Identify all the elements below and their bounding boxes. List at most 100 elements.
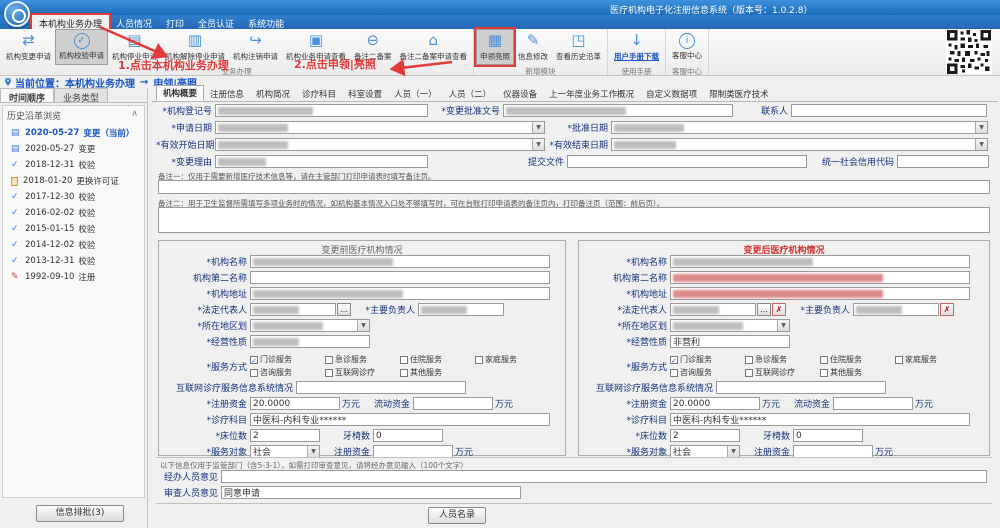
org-name2-input[interactable]: [250, 271, 550, 284]
beds-input[interactable]: 2: [250, 429, 320, 442]
note1-input[interactable]: [158, 180, 990, 194]
float-capital-input[interactable]: [413, 397, 493, 410]
form-tab[interactable]: 科室设置: [342, 87, 388, 101]
approval-no-input[interactable]: [503, 104, 733, 117]
checkbox[interactable]: ✓: [250, 356, 258, 364]
menu-item[interactable]: 人员情况: [109, 15, 159, 29]
toolbar-button[interactable]: ↪机构注销申请: [229, 29, 282, 65]
legal-rep-input[interactable]: [250, 303, 336, 316]
form-tab[interactable]: 诊疗科目: [296, 87, 342, 101]
toolbar-button[interactable]: ⌂备注二备案申请查看: [396, 29, 472, 65]
browse-button[interactable]: …: [757, 303, 771, 316]
checkbox[interactable]: [400, 356, 408, 364]
app-logo-icon[interactable]: [4, 1, 30, 27]
toolbar-button[interactable]: i客服中心: [668, 29, 706, 65]
toolbar-button[interactable]: ✓机构校验申请: [55, 29, 108, 65]
history-item[interactable]: ▤2020-05-27变更: [3, 141, 144, 157]
district-combo[interactable]: ▼: [250, 319, 370, 332]
dropdown-arrow-icon[interactable]: ▼: [357, 320, 369, 331]
form-tab[interactable]: 上一年度业务工作概况: [543, 87, 640, 101]
nature-input[interactable]: 非营利: [670, 335, 790, 348]
collapse-icon[interactable]: ∧: [131, 109, 138, 122]
toolbar-button[interactable]: ◳查看历史沿革: [552, 29, 605, 65]
apply-date-combo[interactable]: ▼: [215, 121, 545, 134]
sidebar-tab[interactable]: 业务类型: [54, 88, 108, 102]
toolbar-button[interactable]: ↓用户手册下载: [610, 29, 663, 65]
checkbox[interactable]: [820, 356, 828, 364]
note2-input[interactable]: [158, 207, 990, 233]
menu-item[interactable]: 本机构业务办理: [32, 15, 109, 29]
chairs-input[interactable]: 0: [793, 429, 863, 442]
reg-capital-input[interactable]: 20.0000: [670, 397, 760, 410]
checkbox[interactable]: [400, 369, 408, 377]
legal-rep-input[interactable]: [670, 303, 756, 316]
info-batch-button[interactable]: 信息排批(3): [36, 505, 124, 522]
reg-capital-input[interactable]: 20.0000: [250, 397, 340, 410]
district-combo[interactable]: ▼: [670, 319, 790, 332]
org-name-input[interactable]: [670, 255, 970, 268]
checkbox[interactable]: ✓: [670, 356, 678, 364]
change-reason-input[interactable]: [215, 155, 428, 168]
checkbox[interactable]: [670, 369, 678, 377]
checkbox[interactable]: [475, 356, 483, 364]
history-item[interactable]: ✎1992-09-10注册: [3, 269, 144, 285]
history-item[interactable]: ✓2015-01-15校验: [3, 221, 144, 237]
checkbox[interactable]: [325, 356, 333, 364]
toolbar-button[interactable]: ✎信息修改: [514, 29, 552, 65]
history-item[interactable]: ✓2016-02-02校验: [3, 205, 144, 221]
reviewer-opinion-input[interactable]: 同意申请: [221, 486, 521, 499]
history-item[interactable]: ▤2020-05-27变更（当前）: [3, 125, 144, 141]
history-item[interactable]: 2018-01-20更换许可证: [3, 173, 144, 189]
checkbox[interactable]: [820, 369, 828, 377]
form-tab[interactable]: 机构概要: [156, 85, 204, 101]
form-tab[interactable]: 人员（一）: [388, 87, 443, 101]
history-item[interactable]: ✓2013-12-31校验: [3, 253, 144, 269]
form-tab[interactable]: 机构简况: [250, 87, 296, 101]
principal-input[interactable]: [418, 303, 504, 316]
principal-input[interactable]: [853, 303, 939, 316]
history-item[interactable]: ✓2018-12-31校验: [3, 157, 144, 173]
menu-item[interactable]: 系统功能: [241, 15, 291, 29]
subjects-input[interactable]: 中医科-内科专业******: [250, 413, 550, 426]
menu-item[interactable]: 全员认证: [191, 15, 241, 29]
subjects-input[interactable]: 中医科-内科专业******: [670, 413, 970, 426]
dropdown-arrow-icon[interactable]: ▼: [307, 446, 319, 457]
approve-date-combo[interactable]: ▼: [611, 121, 988, 134]
contact-input[interactable]: [791, 104, 987, 117]
checkbox[interactable]: [250, 369, 258, 377]
dropdown-arrow-icon[interactable]: ▼: [975, 139, 987, 150]
credit-code-input[interactable]: [897, 155, 989, 168]
form-tab[interactable]: 注册信息: [204, 87, 250, 101]
dropdown-arrow-icon[interactable]: ▼: [777, 320, 789, 331]
sidebar-tab[interactable]: 时间顺序: [0, 88, 54, 102]
toolbar-button[interactable]: ▦申领亮照: [476, 29, 514, 65]
personnel-list-button[interactable]: 人员名录: [428, 507, 486, 524]
internet-service-input[interactable]: [296, 381, 466, 394]
dropdown-arrow-icon[interactable]: ▼: [727, 446, 739, 457]
dropdown-arrow-icon[interactable]: ▼: [975, 122, 987, 133]
internet-service-input[interactable]: [716, 381, 886, 394]
operator-opinion-input[interactable]: [221, 470, 987, 483]
dropdown-arrow-icon[interactable]: ▼: [532, 139, 544, 150]
org-name-input[interactable]: [250, 255, 550, 268]
clear-button[interactable]: ✗: [940, 303, 954, 316]
nature-input[interactable]: [250, 335, 370, 348]
valid-from-combo[interactable]: ▼: [215, 138, 545, 151]
checkbox[interactable]: [895, 356, 903, 364]
history-item[interactable]: ✓2017-12-30校验: [3, 189, 144, 205]
org-address-input[interactable]: [250, 287, 550, 300]
valid-to-combo[interactable]: ▼: [611, 138, 988, 151]
dropdown-arrow-icon[interactable]: ▼: [532, 122, 544, 133]
beds-input[interactable]: 2: [670, 429, 740, 442]
form-tab[interactable]: 自定义数据项: [640, 87, 703, 101]
form-tab[interactable]: 人员（二）: [443, 87, 498, 101]
checkbox[interactable]: [745, 369, 753, 377]
browse-button[interactable]: …: [337, 303, 351, 316]
toolbar-button[interactable]: ⇄机构变更申请: [2, 29, 55, 65]
form-tab[interactable]: 限制类医疗技术: [703, 87, 775, 101]
reg-no-input[interactable]: [215, 104, 428, 117]
menu-item[interactable]: 打印: [159, 15, 191, 29]
org-address-input[interactable]: [670, 287, 970, 300]
float-capital-input[interactable]: [833, 397, 913, 410]
checkbox[interactable]: [745, 356, 753, 364]
